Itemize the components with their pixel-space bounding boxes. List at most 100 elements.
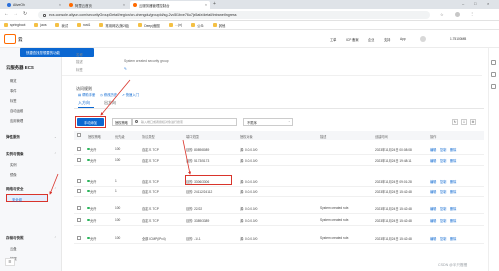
bookmark-item[interactable]: rust1 xyxy=(77,23,90,27)
header-link-app[interactable]: App xyxy=(400,37,406,41)
row-checkbox[interactable] xyxy=(77,188,81,193)
help-link[interactable]: ▤ 帮助手册 xyxy=(78,92,95,98)
bookmark-item[interactable]: 其他 xyxy=(212,23,225,28)
bookmark-star-icon[interactable]: ☆ xyxy=(440,12,444,17)
tab-close-icon[interactable]: × xyxy=(59,3,61,7)
copy-link[interactable]: 复制 xyxy=(440,179,446,184)
sidebar-item-events[interactable]: 事件 xyxy=(10,88,17,93)
edit-link[interactable]: 编辑 xyxy=(430,206,436,211)
delete-link[interactable]: 删除 xyxy=(450,179,456,184)
cell-description: System created rule. xyxy=(320,236,350,240)
header-link-support[interactable]: 支持 xyxy=(384,37,390,42)
delete-link[interactable]: 删除 xyxy=(450,189,456,194)
add-rule-button[interactable]: 手动添加 xyxy=(77,118,104,126)
sidebar-item-security-group[interactable]: 安全组 xyxy=(6,194,48,202)
browser-tab-1[interactable]: AliveOh × xyxy=(4,1,64,9)
edit-link[interactable]: 编辑 xyxy=(430,158,436,163)
user-avatar[interactable] xyxy=(420,36,426,42)
bookmark-item[interactable]: 常用网站(第2组) xyxy=(99,23,129,28)
sidebar-item-overview[interactable]: 概览 xyxy=(10,78,17,83)
select-all-checkbox[interactable] xyxy=(77,133,81,137)
sidebar-group-network[interactable]: 网络与安全 xyxy=(6,187,24,192)
chevron-up-icon[interactable]: ⌃ xyxy=(54,152,57,156)
sidebar-item-instance[interactable]: 实例 xyxy=(10,162,17,167)
browser-tab-2[interactable]: 阿里云首页 × xyxy=(66,1,128,9)
delete-link[interactable]: 删除 xyxy=(450,218,456,223)
edit-link[interactable]: 编辑 xyxy=(430,218,436,223)
sidebar-group-instances[interactable]: 实例与镜像 xyxy=(6,152,24,157)
bookmark-item[interactable]: 我试 xyxy=(55,23,68,28)
minimize-icon[interactable]: – xyxy=(462,1,464,6)
copy-link[interactable]: 复制 xyxy=(440,218,446,223)
copy-link[interactable]: 复制 xyxy=(440,236,446,241)
tab-outbound[interactable]: 出方向 xyxy=(104,100,116,106)
folder-icon xyxy=(34,23,39,27)
bookmark-item[interactable]: …(n) xyxy=(168,23,182,27)
sidebar-item-apps[interactable]: 应用管理 xyxy=(10,118,23,123)
aliyun-logo-icon[interactable] xyxy=(4,34,16,44)
export-icon[interactable]: ⇩ xyxy=(461,119,467,125)
edit-link[interactable]: 编辑 xyxy=(430,189,436,194)
delete-link[interactable]: 删除 xyxy=(450,158,456,163)
table-header xyxy=(74,131,484,140)
reload-icon[interactable]: ↻ xyxy=(23,11,27,17)
rule-search-input[interactable]: 输入端口或者授权对象进行搜索 xyxy=(132,118,237,126)
bookmark-item[interactable]: java xyxy=(34,23,46,27)
cell-created-time: 2023年11月24日 15:42:48 xyxy=(375,207,412,211)
copy-link[interactable]: 复制 xyxy=(440,189,446,194)
chevron-down-icon[interactable]: ⌄ xyxy=(54,135,57,139)
sidebar-collapse-icon[interactable]: ≡ xyxy=(5,258,15,266)
row-checkbox[interactable] xyxy=(77,235,81,240)
delete-link[interactable]: 删除 xyxy=(450,147,456,152)
sidebar-group-elastic[interactable]: 弹性服务 xyxy=(6,135,20,140)
delete-link[interactable]: 删除 xyxy=(450,236,456,241)
browser-tab-3[interactable]: 云服务器管理控制台 × xyxy=(130,1,210,9)
profile-avatar[interactable] xyxy=(455,12,460,17)
chevron-up-icon[interactable]: ⌃ xyxy=(54,236,57,240)
close-window-icon[interactable]: × xyxy=(487,1,489,6)
refresh-icon[interactable]: ↻ xyxy=(452,119,458,125)
url-field[interactable]: ecs.console.aliyun.com/securityGroupDeta… xyxy=(38,11,430,19)
forward-icon[interactable]: → xyxy=(13,11,18,17)
sort-select[interactable]: 不限序 xyxy=(243,118,293,126)
back-icon[interactable]: ← xyxy=(4,11,9,17)
sidebar-item-image[interactable]: 镜像 xyxy=(10,172,17,177)
header-link-enterprise[interactable]: 企业 xyxy=(368,37,374,42)
bookmark-item[interactable]: 公众 xyxy=(191,23,204,28)
sidebar-item-disk[interactable]: 云盘 xyxy=(10,246,17,251)
bookmark-item[interactable]: Deep(截图 xyxy=(138,23,160,28)
edit-link[interactable]: 编辑 xyxy=(430,147,436,152)
chevron-up-icon[interactable]: ⌃ xyxy=(54,187,57,191)
new-tab-icon[interactable]: + xyxy=(213,1,216,7)
maximize-icon[interactable]: □ xyxy=(474,1,476,6)
sidebar-item-ops[interactable]: 自动运维 xyxy=(10,108,23,113)
history-link[interactable]: ◷ 修改历史 xyxy=(100,92,117,98)
edit-link[interactable]: 编辑 xyxy=(430,179,436,184)
copy-link[interactable]: 复制 xyxy=(440,147,446,152)
row-checkbox[interactable] xyxy=(77,178,81,183)
bookmark-item[interactable]: springboot xyxy=(4,23,25,27)
feedback-icon[interactable] xyxy=(491,84,496,89)
extensions-icon[interactable]: ⋮ xyxy=(470,11,474,16)
header-link-icp[interactable]: ICP 备案 xyxy=(346,37,359,42)
settings-icon[interactable]: ⚙ xyxy=(470,119,476,125)
filter-field-select[interactable]: 授权策略 xyxy=(112,118,132,126)
doc-icon[interactable] xyxy=(491,72,496,77)
row-checkbox[interactable] xyxy=(77,157,81,162)
tab-inbound[interactable]: 入方向 xyxy=(78,100,90,106)
row-checkbox[interactable] xyxy=(77,205,81,210)
row-checkbox[interactable] xyxy=(77,146,81,151)
copy-link[interactable]: 复制 xyxy=(440,206,446,211)
sidebar-group-storage[interactable]: 存储与快照 xyxy=(6,236,24,241)
chat-icon[interactable] xyxy=(491,60,496,65)
delete-link[interactable]: 删除 xyxy=(450,206,456,211)
copy-link[interactable]: 复制 xyxy=(440,158,446,163)
tab-close-icon[interactable]: × xyxy=(205,3,207,7)
row-checkbox[interactable] xyxy=(77,217,81,222)
edit-tag-icon[interactable]: ✎ xyxy=(124,67,127,71)
tab-close-icon[interactable]: × xyxy=(123,3,125,7)
header-link-ticket[interactable]: 工单 xyxy=(330,37,336,42)
sidebar-item-tags[interactable]: 标签 xyxy=(10,98,17,103)
quickstart-link[interactable]: ➚ 快速入门 xyxy=(122,92,139,98)
edit-link[interactable]: 编辑 xyxy=(430,236,436,241)
